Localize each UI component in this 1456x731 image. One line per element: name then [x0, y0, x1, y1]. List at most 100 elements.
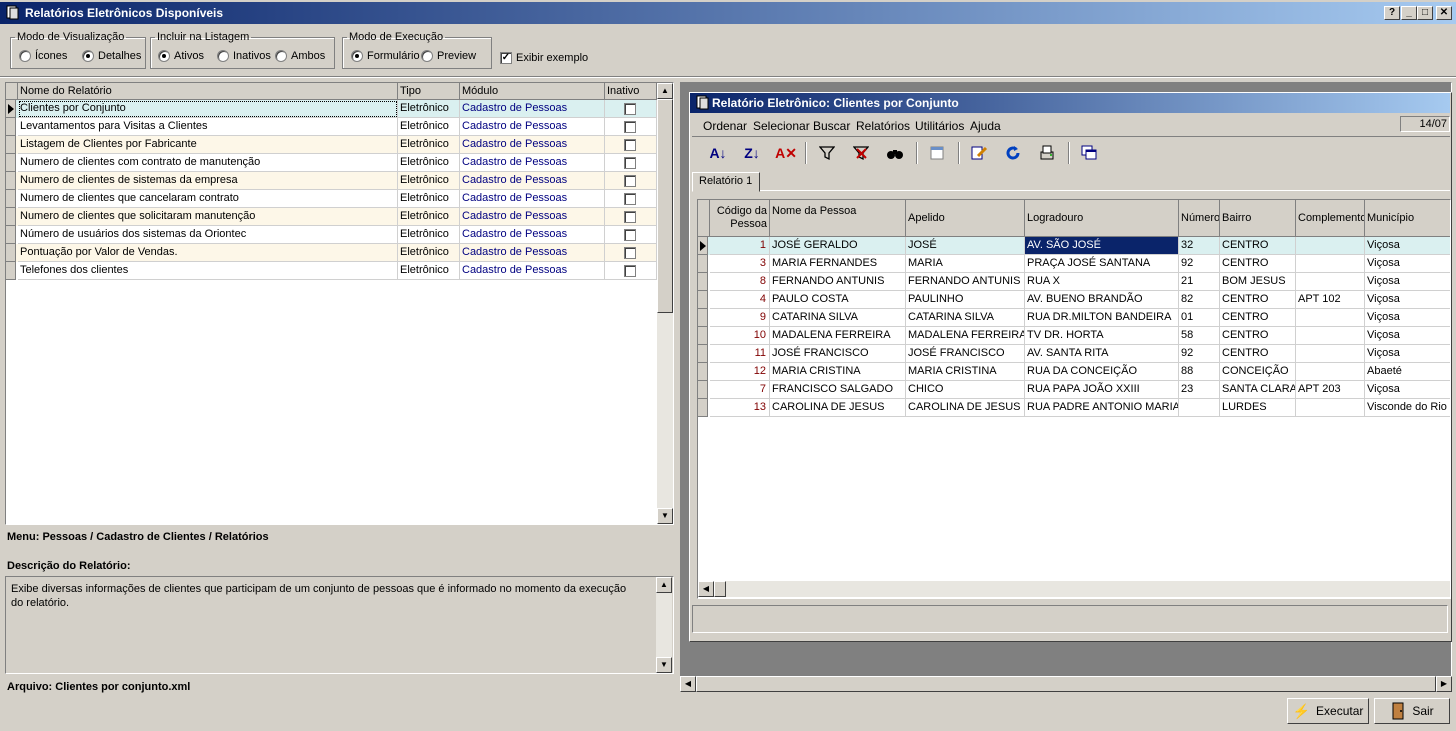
sort-desc-icon[interactable]: Z↓	[741, 142, 763, 164]
show-example-checkbox[interactable]: ✓ Exibir exemplo	[500, 52, 588, 64]
col-header-code[interactable]: Código da Pessoa	[710, 200, 770, 237]
clear-filter-icon[interactable]	[850, 142, 872, 164]
col-header-inactive[interactable]: Inativo	[605, 83, 657, 100]
exit-button[interactable]: Sair	[1374, 698, 1450, 724]
view-mode-legend: Modo de Visualização	[17, 31, 125, 43]
table-row[interactable]: Numero de clientes com contrato de manut…	[6, 154, 657, 172]
description-scrollbar[interactable]: ▲ ▼	[656, 577, 672, 673]
inactive-checkbox[interactable]	[624, 103, 636, 115]
radio-inactive[interactable]: Inativos	[217, 50, 271, 62]
cell-complement	[1296, 363, 1365, 381]
menu-item[interactable]: Ajuda	[970, 119, 1001, 133]
radio-active[interactable]: Ativos	[158, 50, 204, 62]
inactive-checkbox[interactable]	[624, 157, 636, 169]
table-row[interactable]: 3 MARIA FERNANDES MARIA PRAÇA JOSÉ SANTANA 9…	[698, 255, 1450, 273]
inactive-checkbox[interactable]	[624, 139, 636, 151]
report-name: Numero de clientes de sistemas da empres…	[18, 172, 398, 190]
table-row[interactable]: Clientes por Conjunto Eletrônico Cadastro …	[6, 100, 657, 118]
execute-button[interactable]: ⚡ Executar	[1287, 698, 1369, 724]
table-row[interactable]: Pontuação por Valor de Vendas. Eletrônico…	[6, 244, 657, 262]
sort-asc-icon[interactable]: A↓	[707, 142, 729, 164]
refresh-icon[interactable]	[1002, 142, 1024, 164]
table-row[interactable]: 10 MADALENA FERREIRA MADALENA FERREIRA TV D…	[698, 327, 1450, 345]
table-row[interactable]: 7 FRANCISCO SALGADO CHICO RUA PAPA JOÃO XXI…	[698, 381, 1450, 399]
menu-path: Menu: Pessoas / Cadastro de Clientes / R…	[7, 531, 269, 543]
close-button[interactable]: ✕	[1436, 6, 1452, 20]
inactive-checkbox[interactable]	[624, 265, 636, 277]
minimize-button[interactable]: _	[1401, 6, 1417, 20]
radio-form[interactable]: Formulário	[351, 50, 420, 62]
table-row[interactable]: 11 JOSÉ FRANCISCO JOSÉ FRANCISCO AV. SANTA …	[698, 345, 1450, 363]
inactive-checkbox[interactable]	[624, 229, 636, 241]
file-label: Arquivo: Clientes por conjunto.xml	[7, 681, 191, 693]
col-header-nick[interactable]: Apelido	[906, 200, 1025, 237]
cell-name: FERNANDO ANTUNIS	[770, 273, 906, 291]
col-header-name[interactable]: Nome do Relatório	[18, 83, 398, 100]
cell-street: AV. SÃO JOSÉ	[1025, 237, 1179, 255]
maximize-button[interactable]: □	[1417, 6, 1433, 20]
table-row[interactable]: Listagem de Clientes por Fabricante Eletr…	[6, 136, 657, 154]
inactive-checkbox[interactable]	[624, 175, 636, 187]
col-header-type[interactable]: Tipo	[398, 83, 460, 100]
tab-report-1[interactable]: Relatório 1	[692, 172, 760, 192]
report-module: Cadastro de Pessoas	[460, 244, 605, 262]
report-name: Telefones dos clientes	[18, 262, 398, 280]
menu-item[interactable]: Ordenar	[703, 119, 747, 133]
table-row[interactable]: 13 CAROLINA DE JESUS CAROLINA DE JESUS RUA …	[698, 399, 1450, 417]
reports-scrollbar[interactable]: ▲ ▼	[657, 83, 673, 524]
table-row[interactable]: Numero de clientes de sistemas da empres…	[6, 172, 657, 190]
cell-city: Viçosa	[1365, 255, 1450, 273]
inactive-checkbox[interactable]	[624, 193, 636, 205]
edit-icon[interactable]	[968, 142, 990, 164]
table-row[interactable]: Número de usuários dos sistemas da Orion…	[6, 226, 657, 244]
filter-icon[interactable]	[816, 142, 838, 164]
cell-complement	[1296, 255, 1365, 273]
table-row[interactable]: Numero de clientes que solicitaram manut…	[6, 208, 657, 226]
windows-icon[interactable]	[1078, 142, 1100, 164]
col-header-person[interactable]: Nome da Pessoa	[770, 200, 906, 237]
radio-details[interactable]: Detalhes	[82, 50, 141, 62]
col-header-district[interactable]: Bairro	[1220, 200, 1296, 237]
menu-item[interactable]: Utilitários	[915, 119, 964, 133]
radio-both[interactable]: Ambos	[275, 50, 325, 62]
cell-district: SANTA CLARA	[1220, 381, 1296, 399]
radio-icons[interactable]: Ícones	[19, 50, 67, 62]
inactive-checkbox[interactable]	[624, 211, 636, 223]
menu-item[interactable]: Buscar	[813, 119, 850, 133]
table-row[interactable]: 9 CATARINA SILVA CATARINA SILVA RUA DR.MILT…	[698, 309, 1450, 327]
report-module: Cadastro de Pessoas	[460, 190, 605, 208]
table-row[interactable]: 1 JOSÉ GERALDO JOSÉ AV. SÃO JOSÉ 32 CENTRO Viç…	[698, 237, 1450, 255]
cell-complement	[1296, 327, 1365, 345]
table-row[interactable]: 8 FERNANDO ANTUNIS FERNANDO ANTUNIS RUA X 21…	[698, 273, 1450, 291]
col-header-city[interactable]: Município	[1365, 200, 1450, 237]
cell-name: CAROLINA DE JESUS	[770, 399, 906, 417]
radio-preview[interactable]: Preview	[421, 50, 476, 62]
col-header-number[interactable]: Número	[1179, 200, 1220, 237]
cell-complement	[1296, 345, 1365, 363]
help-button[interactable]: ?	[1384, 6, 1400, 20]
pane-hscrollbar[interactable]: ◀ ▶	[680, 676, 1452, 692]
page-icon[interactable]	[926, 142, 948, 164]
binoculars-icon[interactable]	[884, 142, 906, 164]
inactive-checkbox[interactable]	[624, 247, 636, 259]
col-header-module[interactable]: Módulo	[460, 83, 605, 100]
col-header-street[interactable]: Logradouro	[1025, 200, 1179, 237]
clear-sort-icon[interactable]: A✕	[775, 142, 797, 164]
menu-item[interactable]: Selecionar	[753, 119, 810, 133]
table-row[interactable]: 4 PAULO COSTA PAULINHO AV. BUENO BRANDÃO 82 C…	[698, 291, 1450, 309]
table-row[interactable]: Telefones dos clientes Eletrônico Cadastro…	[6, 262, 657, 280]
table-row[interactable]: 12 MARIA CRISTINA MARIA CRISTINA RUA DA CON…	[698, 363, 1450, 381]
table-row[interactable]: Numero de clientes que cancelaram contra…	[6, 190, 657, 208]
report-name: Pontuação por Valor de Vendas.	[18, 244, 398, 262]
table-row[interactable]: Levantamentos para Visitas a Clientes Ele…	[6, 118, 657, 136]
print-icon[interactable]	[1036, 142, 1058, 164]
inactive-checkbox[interactable]	[624, 121, 636, 133]
scroll-down-icon[interactable]: ▼	[657, 508, 673, 524]
col-header-complement[interactable]: Complemento	[1296, 200, 1365, 237]
scroll-up-icon[interactable]: ▲	[657, 83, 673, 99]
preview-hscrollbar[interactable]: ◀	[698, 581, 1450, 597]
scroll-thumb[interactable]	[657, 99, 673, 313]
menu-item[interactable]: Relatórios	[856, 119, 910, 133]
report-name: Número de usuários dos sistemas da Orion…	[18, 226, 398, 244]
cell-number: 58	[1179, 327, 1220, 345]
